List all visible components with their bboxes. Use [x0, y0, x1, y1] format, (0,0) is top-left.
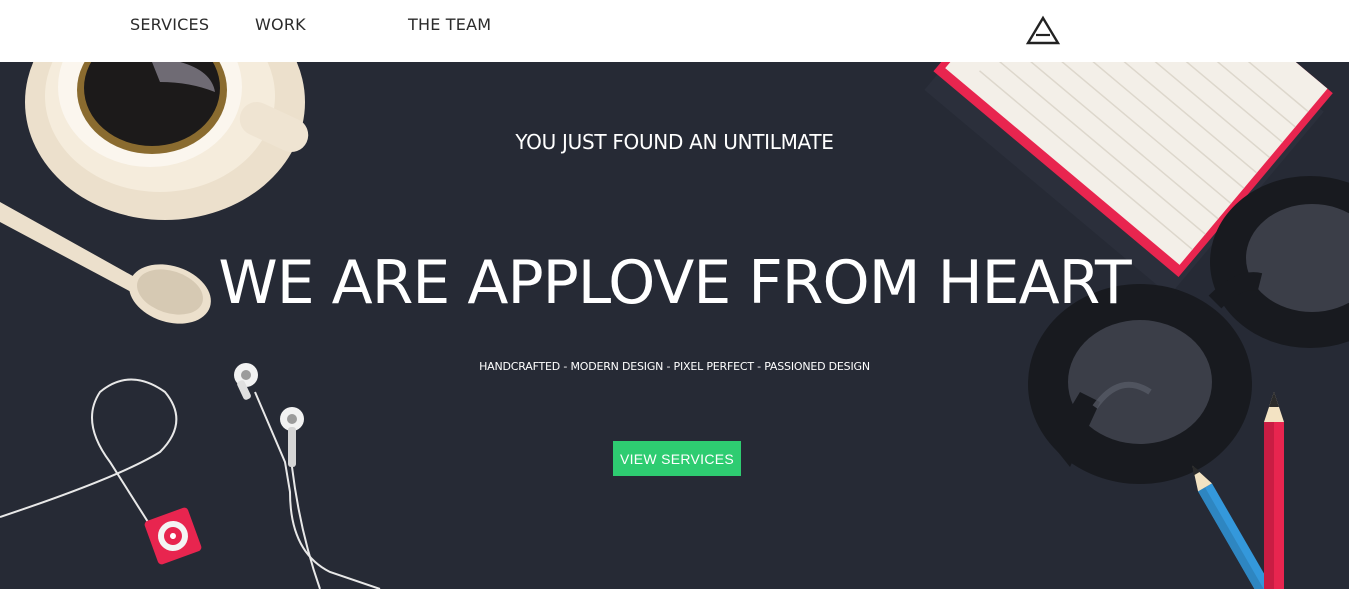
- nav-services-link[interactable]: SERVICES: [130, 15, 209, 34]
- hero-section: YOU JUST FOUND AN UNTILMATE WE ARE APPLO…: [0, 62, 1349, 589]
- hero-tagline: HANDCRAFTED - MODERN DESIGN - PIXEL PERF…: [479, 360, 870, 373]
- triangle-logo-icon[interactable]: [1025, 15, 1061, 47]
- top-navbar: SERVICES WORK THE TEAM: [0, 0, 1349, 62]
- music-player-icon: [144, 507, 202, 565]
- earphones-icon: [0, 378, 381, 589]
- nav-team-link[interactable]: THE TEAM: [408, 15, 491, 34]
- nav-work-link[interactable]: WORK: [255, 15, 306, 34]
- hero-intro-text: YOU JUST FOUND AN UNTILMATE: [515, 130, 834, 154]
- view-services-button[interactable]: VIEW SERVICES: [613, 441, 741, 476]
- hero-headline: WE ARE APPLOVE FROM HEART: [218, 248, 1131, 318]
